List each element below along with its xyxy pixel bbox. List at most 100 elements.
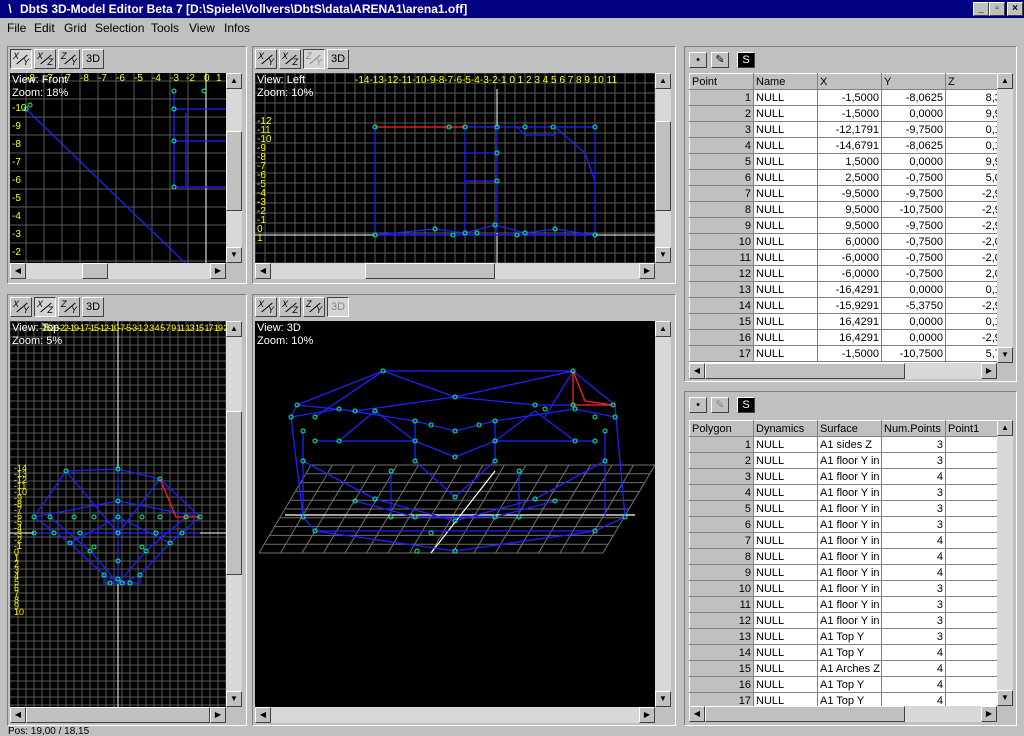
point-row[interactable]: 5NULL1,50000,00009,92 [689, 153, 997, 170]
table-cell[interactable] [945, 452, 997, 469]
polygon-row[interactable]: 4 NULL A1 floor Y in 3 [689, 484, 997, 501]
table-cell[interactable]: -1,5000 [817, 89, 882, 106]
front-viewport[interactable]: -8 -7 -6 -5 -4 -3 -2 0 1 -8 -7 -7 -10 -9 -8 -7 -6 -5 -4-… [10, 73, 226, 263]
polygon-row[interactable]: 15 NULL A1 Arches Z4 [689, 660, 997, 677]
scroll-up-arrow-icon[interactable]: ▲ [997, 73, 1013, 89]
table-cell[interactable]: 2 [689, 452, 754, 469]
polygon-row[interactable]: 7 NULL A1 floor Y in 4 [689, 532, 997, 549]
table-cell[interactable]: 3 [881, 484, 946, 501]
table-cell[interactable]: 9,5000 [817, 201, 882, 218]
table-cell[interactable]: -6,0000 [817, 249, 882, 266]
scroll-down-arrow-icon[interactable]: ▼ [655, 247, 671, 263]
table-cell[interactable] [945, 516, 997, 533]
table-cell[interactable]: 4 [881, 644, 946, 661]
view-xy-button[interactable]: XY [255, 297, 277, 317]
polygon-row[interactable]: 1 NULL A1 sides Z3 [689, 436, 997, 453]
table-cell[interactable]: A1 sides Z [817, 436, 882, 453]
table-cell[interactable]: 2,5000 [817, 169, 882, 186]
table-cell[interactable]: -12,1791 [817, 121, 882, 138]
table-cell[interactable]: A1 floor Y in [817, 612, 882, 629]
table-cell[interactable]: NULL [753, 313, 818, 330]
table-cell[interactable]: 0,0000 [881, 105, 946, 122]
table-cell[interactable]: 3 [881, 612, 946, 629]
table-cell[interactable]: 9,92 [945, 153, 997, 170]
table-cell[interactable]: 15 [689, 660, 754, 677]
table-cell[interactable]: NULL [753, 580, 818, 597]
column-header[interactable]: Z [945, 73, 997, 90]
polygons-vscroll[interactable]: ▲ ▼ [997, 420, 1013, 706]
table-cell[interactable]: 12 [689, 265, 754, 282]
table-cell[interactable]: 10 [689, 580, 754, 597]
scroll-down-arrow-icon[interactable]: ▼ [226, 247, 242, 263]
3d-viewport[interactable]: View: 3D Zoom: 10% [255, 321, 655, 707]
close-button[interactable]: × [1007, 2, 1023, 16]
menu-selection[interactable]: Selection [95, 21, 144, 35]
select-point-icon[interactable]: • [689, 52, 707, 68]
view-xz-button[interactable]: XZ [279, 49, 301, 69]
table-cell[interactable]: A1 floor Y in [817, 468, 882, 485]
view-xz-button[interactable]: XZ [279, 297, 301, 317]
table-cell[interactable] [945, 660, 997, 677]
point-row[interactable]: 10NULL6,0000-0,7500-2,00 [689, 233, 997, 250]
table-cell[interactable]: 0,10 [945, 313, 997, 330]
table-cell[interactable]: 9,92 [945, 105, 997, 122]
point-row[interactable]: 3NULL-12,1791-9,75000,10 [689, 121, 997, 138]
menu-file[interactable]: File [7, 21, 26, 35]
polygon-row[interactable]: 8 NULL A1 floor Y in 4 [689, 548, 997, 565]
table-cell[interactable]: 3 [689, 468, 754, 485]
point-row[interactable]: 15NULL16,42910,00000,10 [689, 313, 997, 330]
table-cell[interactable]: -8,0625 [881, 137, 946, 154]
table-cell[interactable]: 5,00 [945, 169, 997, 186]
table-cell[interactable]: 14 [689, 297, 754, 314]
table-cell[interactable]: NULL [753, 89, 818, 106]
table-cell[interactable]: -15,9291 [817, 297, 882, 314]
scroll-up-arrow-icon[interactable]: ▲ [655, 73, 671, 89]
table-cell[interactable]: NULL [753, 500, 818, 517]
table-cell[interactable]: NULL [753, 612, 818, 629]
table-cell[interactable] [945, 676, 997, 693]
view-zy-button[interactable]: ZY [303, 49, 325, 69]
table-cell[interactable]: 15 [689, 313, 754, 330]
table-cell[interactable]: -2,90 [945, 217, 997, 234]
polygon-row[interactable]: 9 NULL A1 floor Y in 4 [689, 564, 997, 581]
scroll-right-arrow-icon[interactable]: ▶ [981, 706, 997, 722]
table-cell[interactable]: -5,3750 [881, 297, 946, 314]
table-cell[interactable]: 11 [689, 249, 754, 266]
table-cell[interactable]: 14 [689, 644, 754, 661]
view-xy-button[interactable]: XY [10, 49, 32, 69]
minimize-button[interactable]: _ [973, 2, 989, 16]
view-xy-button[interactable]: XY [255, 49, 277, 69]
table-cell[interactable]: -2,90 [945, 329, 997, 346]
table-cell[interactable]: NULL [753, 137, 818, 154]
table-cell[interactable]: NULL [753, 281, 818, 298]
table-cell[interactable] [945, 692, 997, 706]
table-cell[interactable] [945, 628, 997, 645]
table-cell[interactable] [945, 612, 997, 629]
table-cell[interactable]: A1 floor Y in [817, 484, 882, 501]
column-header[interactable]: Point [689, 73, 754, 90]
scroll-thumb[interactable] [705, 363, 905, 379]
table-cell[interactable]: 4 [881, 692, 946, 706]
table-cell[interactable]: A1 Top Y [817, 676, 882, 693]
view-zy-button[interactable]: ZY [58, 297, 80, 317]
table-cell[interactable]: -2,90 [945, 297, 997, 314]
table-cell[interactable]: 4 [881, 676, 946, 693]
menu-view[interactable]: View [189, 21, 215, 35]
table-cell[interactable]: 4 [881, 564, 946, 581]
table-cell[interactable]: NULL [753, 185, 818, 202]
polygon-row[interactable]: 10 NULL A1 floor Y in 3 [689, 580, 997, 597]
table-cell[interactable]: NULL [753, 169, 818, 186]
polygon-row[interactable]: 17 NULL A1 Top Y4 [689, 692, 997, 706]
3d-vscroll[interactable]: ▲ ▼ [655, 321, 671, 707]
table-cell[interactable] [945, 468, 997, 485]
table-cell[interactable]: NULL [753, 468, 818, 485]
table-cell[interactable]: A1 floor Y in [817, 500, 882, 517]
table-cell[interactable]: 1,5000 [817, 153, 882, 170]
table-cell[interactable]: A1 Top Y [817, 628, 882, 645]
edit-polygon-icon[interactable]: ✎ [711, 397, 729, 413]
table-cell[interactable]: 6 [689, 169, 754, 186]
table-cell[interactable]: 5 [689, 500, 754, 517]
top-vscroll[interactable]: ▲ ▼ [226, 321, 242, 707]
point-row[interactable]: 14NULL-15,9291-5,3750-2,90 [689, 297, 997, 314]
polygon-row[interactable]: 13 NULL A1 Top Y3 [689, 628, 997, 645]
